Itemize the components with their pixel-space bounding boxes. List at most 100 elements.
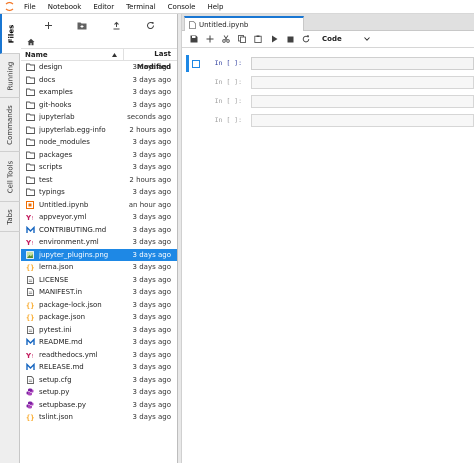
refresh-button[interactable] xyxy=(143,18,157,32)
file-row[interactable]: {} package.json 3 days ago xyxy=(21,311,177,324)
insert-cell-button[interactable] xyxy=(202,31,218,47)
file-row[interactable]: README.md 3 days ago xyxy=(21,336,177,349)
file-modified: 2 hours ago xyxy=(129,125,171,134)
file-modified: 3 days ago xyxy=(132,325,171,334)
chevron-down-icon xyxy=(364,37,370,41)
file-row[interactable]: RELEASE.md 3 days ago xyxy=(21,361,177,374)
file-row[interactable]: Untitled.ipynb an hour ago xyxy=(21,199,177,212)
json-icon: {} xyxy=(25,412,35,422)
run-button[interactable] xyxy=(266,31,282,47)
code-cell[interactable]: In [ ]: xyxy=(182,54,474,73)
input-prompt: In [ ]: xyxy=(214,116,242,124)
file-row[interactable]: test 2 hours ago xyxy=(21,174,177,187)
file-row[interactable]: CONTRIBUTING.md 3 days ago xyxy=(21,224,177,237)
modified-column-header[interactable]: Last Modified xyxy=(123,48,177,71)
file-row[interactable]: Y! readthedocs.yml 3 days ago xyxy=(21,349,177,362)
cell-collapser[interactable] xyxy=(192,60,200,68)
file-row[interactable]: node_modules 3 days ago xyxy=(21,136,177,149)
file-name: git-hooks xyxy=(39,100,72,109)
menu-console[interactable]: Console xyxy=(162,0,202,14)
tab-untitled-notebook[interactable]: Untitled.ipynb xyxy=(184,16,304,31)
sort-ascending-icon xyxy=(112,52,117,57)
file-row[interactable]: {} package-lock.json 3 days ago xyxy=(21,299,177,312)
file-row[interactable]: typings 3 days ago xyxy=(21,186,177,199)
file-row[interactable]: LICENSE 3 days ago xyxy=(21,274,177,287)
interrupt-button[interactable] xyxy=(282,31,298,47)
markdown-icon xyxy=(25,337,35,347)
file-row[interactable]: pytest.ini 3 days ago xyxy=(21,324,177,337)
tab-cell-tools[interactable]: Cell Tools xyxy=(0,152,20,202)
upload-button[interactable] xyxy=(109,18,123,32)
file-row[interactable]: setup.cfg 3 days ago xyxy=(21,374,177,387)
code-cell[interactable]: In [ ]: xyxy=(182,73,474,92)
file-name: readthedocs.yml xyxy=(39,350,98,359)
notebook-file-icon xyxy=(189,20,196,29)
new-launcher-button[interactable] xyxy=(41,18,55,32)
file-list-header: Name Last Modified xyxy=(21,48,177,71)
menu-help[interactable]: Help xyxy=(201,0,229,14)
home-icon[interactable] xyxy=(27,38,35,46)
file-row[interactable]: {} lerna.json 3 days ago xyxy=(21,261,177,274)
file-modified: 3 days ago xyxy=(132,250,171,259)
file-row[interactable]: git-hooks 3 days ago xyxy=(21,99,177,112)
file-row[interactable]: jupyterlab seconds ago xyxy=(21,111,177,124)
code-cell[interactable]: In [ ]: xyxy=(182,92,474,111)
file-modified: 3 days ago xyxy=(132,100,171,109)
notebook-icon xyxy=(25,200,35,210)
tab-commands-label: Commands xyxy=(6,104,14,145)
cell-active-indicator xyxy=(186,55,189,72)
play-icon xyxy=(271,35,277,43)
tab-files[interactable]: Files xyxy=(0,14,20,54)
file-row[interactable]: jupyterlab.egg-info 2 hours ago xyxy=(21,124,177,137)
new-folder-button[interactable] xyxy=(75,18,89,32)
file-row[interactable]: Y! appveyor.yml 3 days ago xyxy=(21,211,177,224)
paste-button[interactable] xyxy=(250,31,266,47)
python-icon xyxy=(25,387,35,397)
file-modified: 3 days ago xyxy=(132,238,171,247)
file-name: MANIFEST.in xyxy=(39,288,83,297)
file-row[interactable]: examples 3 days ago xyxy=(21,86,177,99)
cell-input-editor[interactable] xyxy=(251,95,474,108)
svg-text:{}: {} xyxy=(26,314,34,321)
menu-file[interactable]: File xyxy=(18,0,42,14)
file-name: packages xyxy=(39,150,73,159)
tab-running[interactable]: Running xyxy=(0,54,20,98)
paste-icon xyxy=(254,35,262,43)
file-name: lerna.json xyxy=(39,263,74,272)
cell-input-editor[interactable] xyxy=(251,57,474,70)
copy-button[interactable] xyxy=(234,31,250,47)
menu-notebook[interactable]: Notebook xyxy=(42,0,88,14)
name-column-header[interactable]: Name xyxy=(21,51,123,59)
code-cell[interactable]: In [ ]: xyxy=(182,111,474,130)
menu-editor[interactable]: Editor xyxy=(87,0,120,14)
menu-bar: File Notebook Editor Terminal Console He… xyxy=(0,0,474,14)
tab-tabs[interactable]: Tabs xyxy=(0,202,20,232)
cell-input-editor[interactable] xyxy=(251,114,474,127)
file-modified: 3 days ago xyxy=(132,275,171,284)
file-name: jupyterlab.egg-info xyxy=(39,125,106,134)
file-row[interactable]: MANIFEST.in 3 days ago xyxy=(21,286,177,299)
file-name: setup.cfg xyxy=(39,375,72,384)
svg-text:{}: {} xyxy=(26,264,34,271)
tab-commands[interactable]: Commands xyxy=(0,98,20,152)
cut-button[interactable] xyxy=(218,31,234,47)
cell-input-editor[interactable] xyxy=(251,76,474,89)
file-row[interactable]: {} tslint.json 3 days ago xyxy=(21,411,177,424)
file-row[interactable]: Y! environment.yml 3 days ago xyxy=(21,236,177,249)
markdown-icon xyxy=(25,362,35,372)
file-modified: seconds ago xyxy=(127,113,171,122)
file-row[interactable]: docs 3 days ago xyxy=(21,74,177,87)
file-name: jupyterlab xyxy=(39,113,75,122)
tab-cell-tools-label: Cell Tools xyxy=(6,160,14,193)
save-button[interactable] xyxy=(186,31,202,47)
file-row[interactable]: jupyter_plugins.png 3 days ago xyxy=(21,248,177,261)
file-row[interactable]: packages 3 days ago xyxy=(21,149,177,162)
cell-type-dropdown[interactable]: Code xyxy=(322,35,370,43)
file-modified: 3 days ago xyxy=(132,225,171,234)
file-row[interactable]: setupbase.py 3 days ago xyxy=(21,399,177,412)
file-row[interactable]: scripts 3 days ago xyxy=(21,161,177,174)
file-row[interactable]: setup.py 3 days ago xyxy=(21,386,177,399)
menu-terminal[interactable]: Terminal xyxy=(120,0,162,14)
file-browser-toolbar xyxy=(21,14,177,36)
restart-kernel-button[interactable] xyxy=(298,31,314,47)
